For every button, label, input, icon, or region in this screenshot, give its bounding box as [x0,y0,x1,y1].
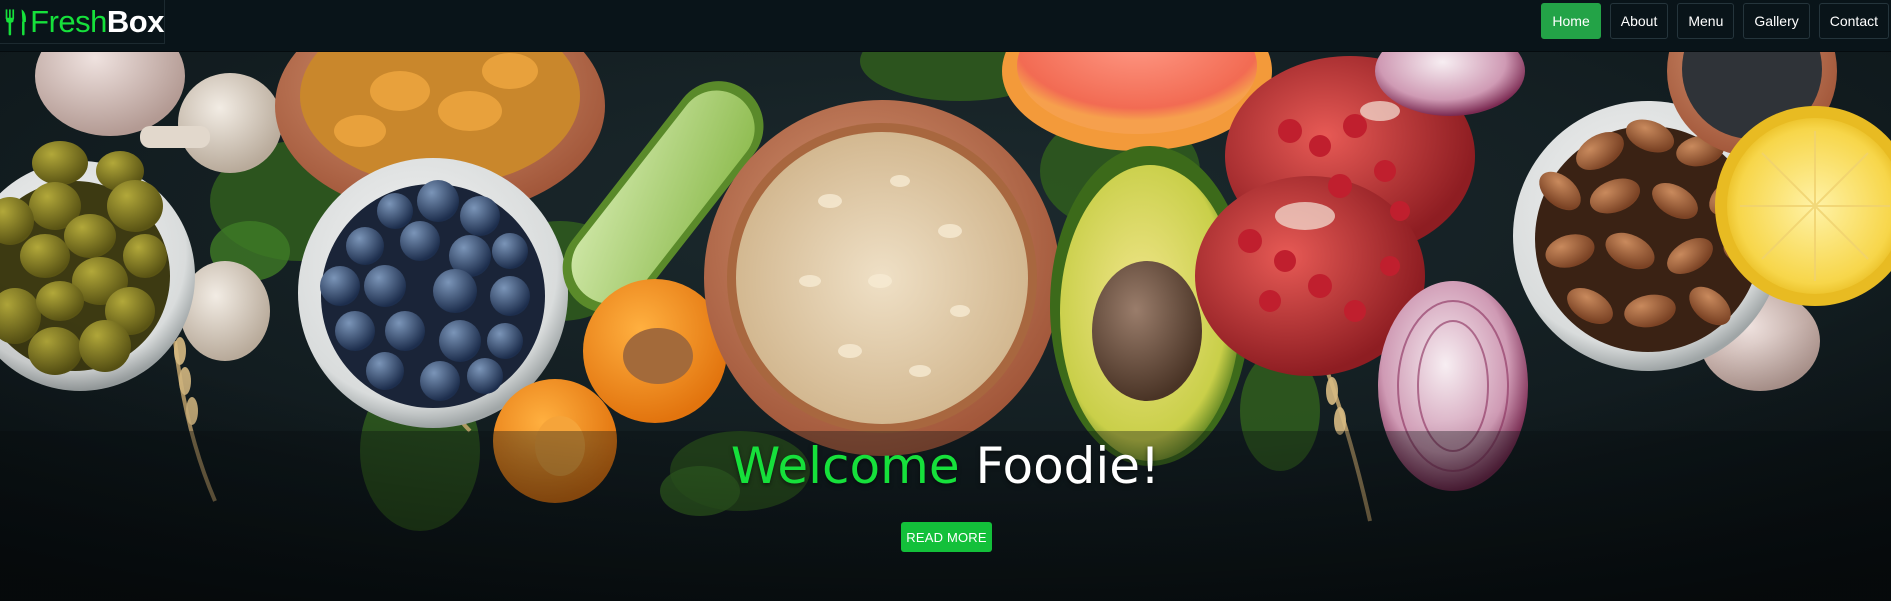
brand-name: FreshBox [30,6,164,37]
hero-title: Welcome Foodie! [0,436,1891,496]
brand-logo[interactable]: FreshBox [0,0,165,44]
nav-gallery[interactable]: Gallery [1743,3,1810,39]
brand-name-box: Box [106,4,165,39]
hero-banner: Welcome Foodie! READ MORE [0,51,1891,601]
page: FreshBox Home About Menu Gallery Contact [0,0,1891,601]
brand-name-fresh: Fresh [30,4,107,39]
nav-home[interactable]: Home [1541,3,1601,39]
nav-menu-link[interactable]: Menu [1677,3,1735,39]
nav-about[interactable]: About [1609,3,1669,39]
read-more-button[interactable]: READ MORE [901,522,992,552]
hero-food-image [0,51,1891,601]
fork-knife-icon [5,8,26,35]
hero-title-rest: Foodie! [975,437,1161,495]
hero-title-accent: Welcome [730,437,960,495]
nav-menu: Home About Menu Gallery Contact [1541,3,1889,39]
navbar: FreshBox Home About Menu Gallery Contact [0,0,1891,52]
nav-contact[interactable]: Contact [1818,3,1889,39]
